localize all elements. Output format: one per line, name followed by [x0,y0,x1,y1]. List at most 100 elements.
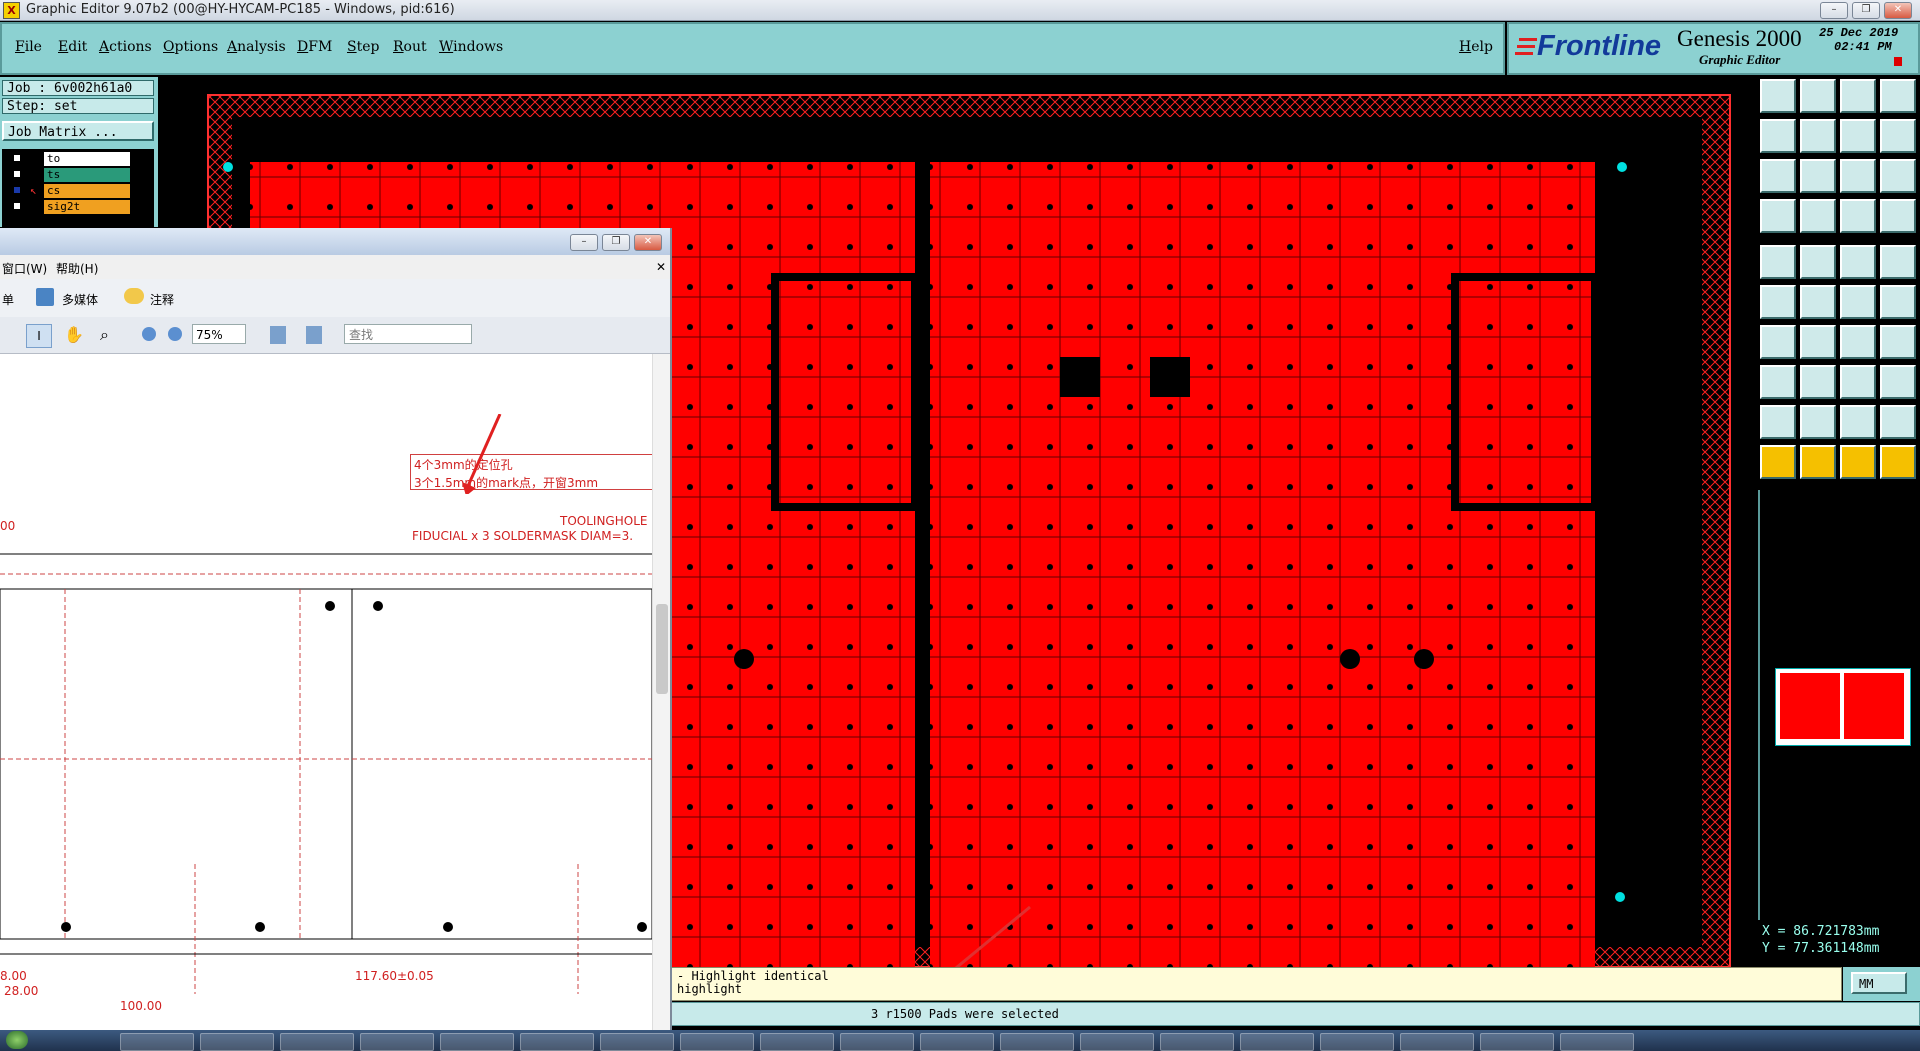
pdf-doc-close-icon[interactable]: ✕ [656,260,666,274]
layer-row[interactable]: to [8,152,158,166]
tool-button[interactable] [1840,365,1876,399]
layer-row[interactable]: ↖ cs [8,184,158,198]
layer-checkbox[interactable] [12,169,22,179]
menu-options[interactable]: Options [163,39,218,55]
tool-button[interactable] [1760,79,1796,113]
taskbar-item[interactable] [920,1033,994,1051]
taskbar-item[interactable] [1480,1033,1554,1051]
tool-button[interactable] [1800,325,1836,359]
search-input[interactable]: 查找 [344,324,472,344]
tool-button[interactable] [1800,199,1836,233]
select-tool-button[interactable] [1840,445,1876,479]
taskbar-item[interactable] [1080,1033,1154,1051]
tool-button[interactable] [1880,119,1916,153]
pdf-close-button[interactable]: ✕ [634,234,662,251]
tool-button[interactable] [1840,119,1876,153]
taskbar-item[interactable] [600,1033,674,1051]
close-button[interactable]: ✕ [1884,2,1912,19]
tool-button[interactable] [1800,159,1836,193]
taskbar-item[interactable] [280,1033,354,1051]
layer-checkbox[interactable] [12,201,22,211]
tool-button[interactable] [1840,285,1876,319]
pdf-document-page[interactable]: 4个3mm的定位孔 3个1.5mm的mark点，开窗3mm TOOLINGHOL… [0,354,654,1051]
layer-row[interactable]: sig2t [8,200,158,214]
taskbar-item[interactable] [1320,1033,1394,1051]
taskbar-item[interactable] [1000,1033,1074,1051]
pdf-maximize-button[interactable]: ❐ [602,234,630,251]
job-matrix-button[interactable]: Job Matrix ... [2,121,154,141]
menu-rout[interactable]: Rout [393,39,427,55]
zoom-tool-icon[interactable]: ⌕ [100,325,109,345]
tool-button[interactable] [1840,405,1876,439]
select-tool-button[interactable] [1760,445,1796,479]
annotation-menu[interactable]: 注释 [150,291,174,308]
tool-button[interactable] [1800,245,1836,279]
taskbar-item[interactable] [1240,1033,1314,1051]
taskbar-item[interactable] [680,1033,754,1051]
tool-button[interactable] [1880,159,1916,193]
tool-button[interactable] [1800,365,1836,399]
taskbar-item[interactable] [1160,1033,1234,1051]
tool-button[interactable] [1840,199,1876,233]
fit-width-icon[interactable] [306,326,322,344]
minimize-button[interactable]: – [1820,2,1848,19]
menu-analysis[interactable]: Analysis [227,39,286,55]
tool-button[interactable] [1880,285,1916,319]
tool-button[interactable] [1760,199,1796,233]
scroll-thumb[interactable] [656,604,668,694]
tool-button[interactable] [1880,405,1916,439]
select-tool-button[interactable] [1800,445,1836,479]
tool-button[interactable] [1880,199,1916,233]
layer-row[interactable]: ts [8,168,158,182]
taskbar-item[interactable] [440,1033,514,1051]
overview-thumbnail[interactable] [1775,668,1911,746]
tool-button[interactable] [1840,159,1876,193]
menu-edit[interactable]: Edit [58,39,87,55]
fit-page-icon[interactable] [270,326,286,344]
maximize-button[interactable]: ❐ [1852,2,1880,19]
taskbar-item[interactable] [200,1033,274,1051]
zoom-field[interactable]: 75% [192,324,246,344]
tool-button[interactable] [1760,245,1796,279]
tool-button[interactable] [1800,285,1836,319]
tool-button[interactable] [1800,79,1836,113]
zoom-in-icon[interactable] [168,327,182,341]
tool-button[interactable] [1800,119,1836,153]
tool-button[interactable] [1880,245,1916,279]
tool-button[interactable] [1800,405,1836,439]
menu-actions[interactable]: Actions [99,39,152,55]
tool-button[interactable] [1760,285,1796,319]
start-button[interactable] [6,1031,28,1049]
menu-file[interactable]: File [15,39,42,55]
tool-button[interactable] [1880,325,1916,359]
taskbar-item[interactable] [840,1033,914,1051]
pdf-scrollbar[interactable] [652,354,670,1051]
taskbar-item[interactable] [360,1033,434,1051]
text-select-icon[interactable]: I [26,324,52,348]
tool-button[interactable] [1880,79,1916,113]
menu-help[interactable]: Help [1459,39,1493,55]
menu-step[interactable]: Step [347,39,379,55]
multimedia-menu[interactable]: 多媒体 [62,291,98,308]
pdf-viewer-window[interactable]: – ❐ ✕ 窗口(W) 帮助(H) ✕ 单 多媒体 注释 I ✋ ⌕ 75% 查… [0,228,672,1051]
taskbar-item[interactable] [520,1033,594,1051]
taskbar-item[interactable] [1560,1033,1634,1051]
tool-button[interactable] [1840,325,1876,359]
layer-checkbox[interactable] [12,153,22,163]
layer-checkbox[interactable] [12,185,22,195]
tool-button[interactable] [1840,245,1876,279]
pdf-menu-window[interactable]: 窗口(W) [2,260,47,277]
taskbar-item[interactable] [120,1033,194,1051]
menu-dfm[interactable]: DFM [297,39,332,55]
pause-icon[interactable] [1894,57,1902,66]
pdf-menu-help[interactable]: 帮助(H) [56,260,98,277]
tool-button[interactable] [1880,365,1916,399]
tool-button[interactable] [1760,119,1796,153]
tool-button[interactable] [1760,405,1796,439]
pdf-toolbar-item[interactable]: 单 [2,291,14,308]
tool-button[interactable] [1760,325,1796,359]
units-button[interactable]: MM [1851,972,1907,994]
zoom-out-icon[interactable] [142,327,156,341]
taskbar-item[interactable] [760,1033,834,1051]
taskbar-item[interactable] [1400,1033,1474,1051]
